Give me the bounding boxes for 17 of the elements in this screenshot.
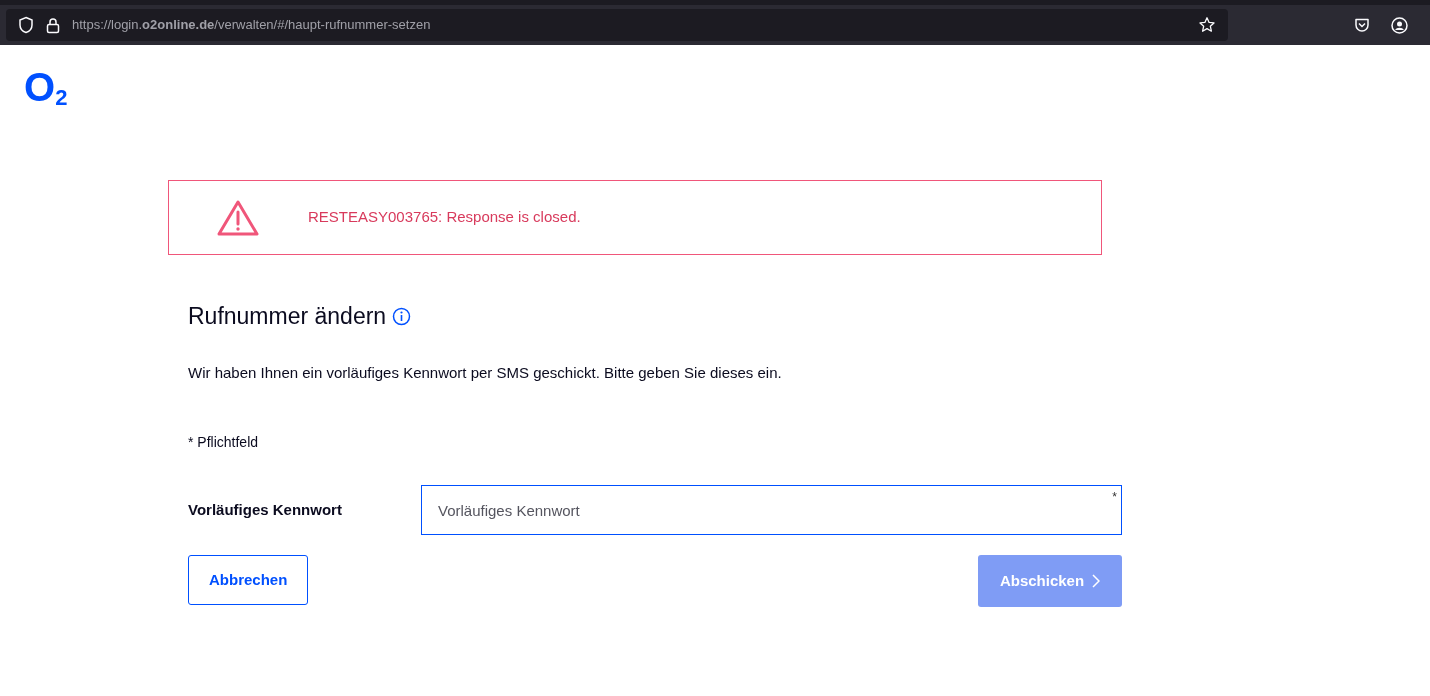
cancel-button[interactable]: Abbrechen	[188, 555, 309, 605]
chevron-right-icon	[1092, 574, 1101, 588]
star-icon[interactable]	[1198, 16, 1216, 34]
error-message: RESTEASY003765: Response is closed.	[308, 207, 581, 228]
required-mark: *	[1112, 489, 1117, 506]
page-heading: Rufnummer ändern	[188, 302, 387, 331]
lock-icon[interactable]	[46, 16, 60, 34]
address-bar[interactable]: https://login.o2online.de/verwalten/#/haupt-rufnummer-setzen	[6, 9, 1228, 41]
shield-icon[interactable]	[18, 16, 34, 34]
required-note: * Pflichtfeld	[188, 433, 260, 452]
warning-icon	[216, 198, 260, 237]
logo[interactable]: O$_{2}$	[24, 67, 68, 107]
info-icon[interactable]	[392, 306, 412, 326]
account-icon[interactable]	[1391, 16, 1408, 34]
instruction-text: Wir haben Ihnen ein vorläufiges Kennwort per SMS geschickt. Bitte geben Sie dieses ein.	[188, 362, 783, 383]
field-label: Vorläufiges Kennwort	[188, 499, 343, 520]
pocket-icon[interactable]	[1354, 17, 1370, 33]
